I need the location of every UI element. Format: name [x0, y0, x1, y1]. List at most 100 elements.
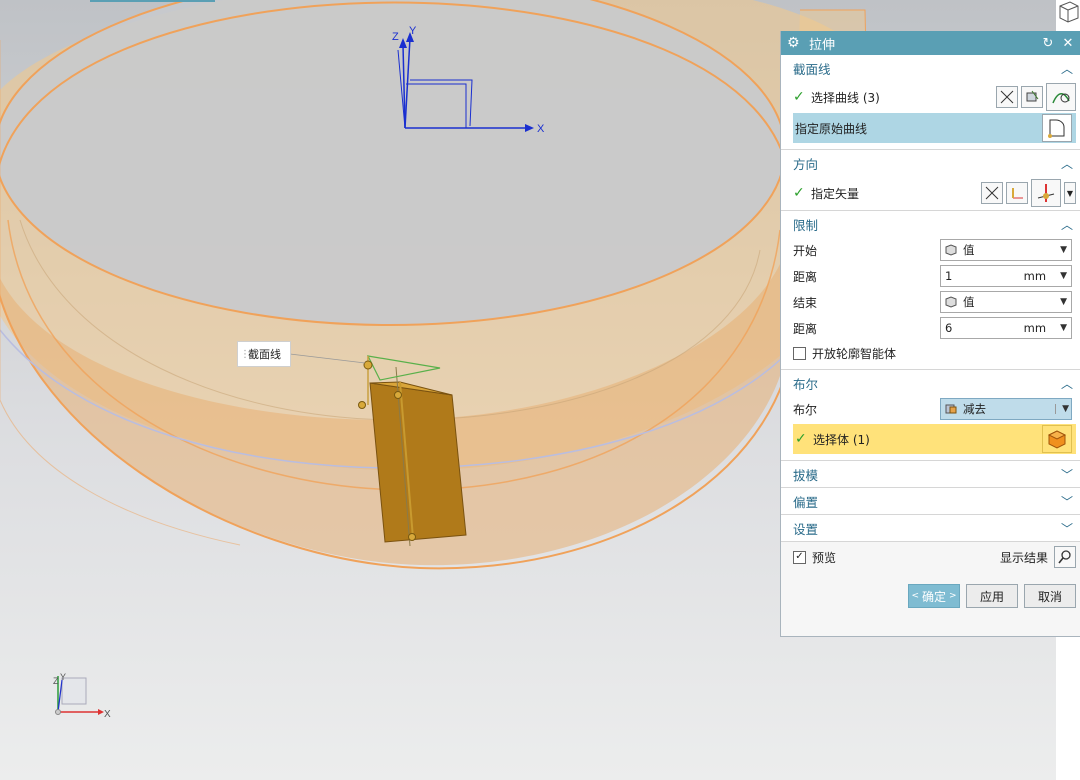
section-curve-header[interactable]: 截面线 ︿: [781, 55, 1080, 81]
distance2-value: 6: [945, 321, 953, 335]
chevron-down-icon: ▼: [1055, 404, 1069, 414]
open-profile-checkbox[interactable]: [793, 346, 806, 360]
chevron-up-icon[interactable]: ︿: [1060, 60, 1074, 77]
grip-icon: ⋮⋮: [240, 348, 258, 360]
preview-label: 预览: [812, 550, 837, 565]
distance2-unit: mm: [1023, 321, 1047, 335]
select-curve-label: 选择曲线 (3): [811, 90, 880, 105]
section-curve-title: 截面线: [793, 61, 831, 77]
limits-group: 限制 ︿ 开始 值 ▼ 距离 1 mm ▼ 结束 值 ▼ 距离 6 mm ▼ 开…: [781, 211, 1080, 370]
deselect-curve-icon[interactable]: [996, 86, 1018, 108]
axis-y-label: Y: [409, 25, 417, 37]
distance1-label: 距离: [793, 269, 818, 284]
distance2-label: 距离: [793, 321, 818, 336]
direction-title: 方向: [793, 156, 819, 172]
boolean-group: 布尔 ︿ 布尔 减去 ▼ ✓ 选择体 (1): [781, 370, 1080, 461]
axis-x-label: X: [537, 123, 545, 135]
chevron-down-icon[interactable]: ﹀: [1060, 520, 1074, 537]
vector-row[interactable]: ✓ 指定矢量 ▼: [781, 176, 1080, 210]
boolean-row: 布尔 减去 ▼: [781, 396, 1080, 422]
limits-header[interactable]: 限制 ︿: [781, 211, 1080, 237]
boolean-select[interactable]: 减去 ▼: [940, 398, 1072, 420]
start-label: 开始: [793, 243, 818, 258]
ok-button[interactable]: < 确定 >: [908, 584, 960, 608]
end-select[interactable]: 值 ▼: [940, 291, 1072, 313]
offset-header[interactable]: 偏置 ﹀: [781, 488, 1080, 514]
section-curve-group: 截面线 ︿ ✓ 选择曲线 (3) 指定原始曲线: [781, 55, 1080, 150]
open-profile-row[interactable]: 开放轮廓智能体: [781, 341, 1080, 365]
offset-group: 偏置 ﹀: [781, 488, 1080, 515]
preview-checkbox[interactable]: ✓: [793, 550, 806, 564]
cube-icon: [945, 244, 957, 256]
chevron-up-icon[interactable]: ︿: [1060, 155, 1074, 172]
start-row: 开始 值 ▼: [781, 237, 1080, 263]
triad-x-label: X: [104, 709, 111, 720]
section-curve-callout[interactable]: ⋮⋮ 截面线: [237, 341, 291, 367]
view-cube-icon[interactable]: [1056, 0, 1080, 30]
chevron-down-icon[interactable]: ﹀: [1060, 466, 1074, 483]
dialog-title: 拉伸: [809, 37, 836, 53]
distance1-input[interactable]: 1 mm ▼: [940, 265, 1072, 287]
start-select[interactable]: 值 ▼: [940, 239, 1072, 261]
draft-header[interactable]: 拔模 ﹀: [781, 461, 1080, 487]
reset-icon[interactable]: ↻: [1040, 36, 1056, 51]
triad-y-label: Y: [60, 672, 66, 682]
select-body-label: 选择体 (1): [813, 432, 870, 447]
limits-title: 限制: [793, 217, 819, 233]
end-row: 结束 值 ▼: [781, 289, 1080, 315]
solid-body-icon[interactable]: [1042, 425, 1072, 453]
extrude-dialog: ⚙ 拉伸 ↻ ✕ 截面线 ︿ ✓ 选择曲线 (3) 指定原始曲线 方向 ︿ ✓ …: [780, 31, 1080, 637]
boolean-header[interactable]: 布尔 ︿: [781, 370, 1080, 396]
chevron-down-icon: ▼: [1060, 297, 1067, 307]
dialog-footer: < 确定 > 应用 取消: [781, 572, 1080, 608]
direction-header[interactable]: 方向 ︿: [781, 150, 1080, 176]
chevron-up-icon[interactable]: ︿: [1060, 216, 1074, 233]
show-result-label: 显示结果: [999, 550, 1048, 565]
vector-dropdown-icon[interactable]: ▼: [1064, 182, 1076, 204]
show-result-search-icon[interactable]: [1054, 546, 1076, 568]
settings-title: 设置: [793, 521, 819, 537]
settings-header[interactable]: 设置 ﹀: [781, 515, 1080, 541]
vector-dialog-icon[interactable]: [1006, 182, 1028, 204]
distance2-input[interactable]: 6 mm ▼: [940, 317, 1072, 339]
start-select-value: 值: [963, 243, 975, 257]
chevron-down-icon: ▼: [1060, 245, 1067, 255]
chevron-up-icon[interactable]: ︿: [1060, 375, 1074, 392]
end-select-value: 值: [963, 295, 975, 309]
original-curve-row[interactable]: 指定原始曲线: [793, 113, 1076, 143]
boolean-title: 布尔: [793, 376, 819, 392]
section-curve-callout-label: 截面线: [248, 348, 281, 361]
cube-icon: [945, 296, 957, 308]
distance1-unit: mm: [1023, 269, 1047, 283]
reverse-direction-icon[interactable]: [981, 182, 1003, 204]
chevron-down-icon[interactable]: ﹀: [1060, 493, 1074, 510]
select-curve-row[interactable]: ✓ 选择曲线 (3): [781, 81, 1080, 113]
check-icon: ✓: [793, 185, 805, 201]
gear-icon: ⚙: [787, 35, 800, 51]
close-icon[interactable]: ✕: [1060, 36, 1076, 51]
vector-label: 指定矢量: [811, 186, 860, 201]
chevron-down-icon[interactable]: ▼: [1060, 323, 1067, 333]
select-body-row[interactable]: ✓ 选择体 (1): [793, 424, 1076, 454]
ok-button-label: 确定: [921, 589, 946, 604]
triad-z-label: Z: [53, 676, 59, 686]
inferred-vector-icon[interactable]: [1031, 179, 1061, 207]
boolean-label: 布尔: [793, 402, 818, 417]
end-label: 结束: [793, 295, 818, 310]
distance1-value: 1: [945, 269, 953, 283]
apply-button[interactable]: 应用: [966, 584, 1018, 608]
distance1-row: 距离 1 mm ▼: [781, 263, 1080, 289]
offset-title: 偏置: [793, 494, 819, 510]
sketch-section-icon[interactable]: [1021, 86, 1043, 108]
direction-group: 方向 ︿ ✓ 指定矢量 ▼: [781, 150, 1080, 211]
check-icon: ✓: [793, 89, 805, 105]
curve-icon[interactable]: [1046, 83, 1076, 111]
chevron-down-icon[interactable]: ▼: [1060, 271, 1067, 281]
dialog-titlebar: ⚙ 拉伸 ↻ ✕: [781, 31, 1080, 55]
original-curve-icon[interactable]: [1042, 114, 1072, 142]
draft-title: 拔模: [793, 467, 819, 483]
subtract-icon: [945, 404, 957, 414]
settings-group: 设置 ﹀: [781, 515, 1080, 542]
draft-group: 拔模 ﹀: [781, 461, 1080, 488]
cancel-button[interactable]: 取消: [1024, 584, 1076, 608]
